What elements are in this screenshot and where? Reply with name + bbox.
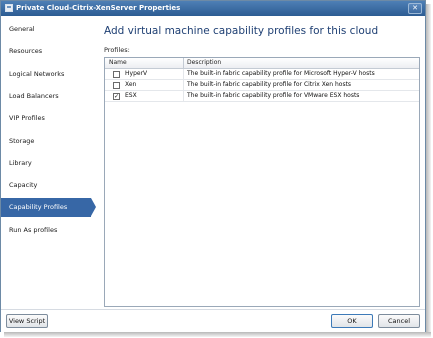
row-checkbox[interactable] (113, 82, 120, 89)
ok-button[interactable]: OK (331, 314, 373, 328)
profiles-label: Profiles: (104, 46, 130, 54)
sidebar-item-load-balancers[interactable]: Load Balancers (1, 87, 91, 106)
column-header-description[interactable]: Description (187, 59, 221, 66)
column-header-name[interactable]: Name (109, 59, 127, 66)
profile-name: Xen (125, 81, 137, 88)
main-panel: Add virtual machine capability profiles … (97, 16, 425, 309)
cancel-button[interactable]: Cancel (378, 314, 420, 328)
window-shadow (4, 332, 431, 337)
sidebar-item-resources[interactable]: Resources (1, 42, 91, 61)
dialog-footer: View Script OK Cancel (1, 309, 425, 332)
sidebar-item-capability-profiles[interactable]: Capability Profiles (1, 198, 96, 217)
sidebar-item-label: Capability Profiles (9, 203, 68, 211)
table-row[interactable]: HyperV The built-in fabric capability pr… (105, 69, 419, 80)
table-row[interactable]: Xen The built-in fabric capability profi… (105, 80, 419, 91)
row-checkbox[interactable]: ✓ (113, 93, 120, 100)
view-script-button[interactable]: View Script (6, 314, 48, 328)
table-header: Name Description (105, 58, 419, 69)
title-bar[interactable]: Private Cloud-Citrix-XenServer Propertie… (1, 1, 425, 16)
sidebar-item-vip-profiles[interactable]: VIP Profiles (1, 109, 91, 128)
window-title: Private Cloud-Citrix-XenServer Propertie… (16, 4, 181, 12)
window-icon (5, 4, 13, 12)
selection-arrow (91, 198, 96, 216)
window-shadow (426, 4, 431, 334)
sidebar-item-storage[interactable]: Storage (1, 132, 91, 151)
profile-description: The built-in fabric capability profile f… (187, 92, 360, 99)
row-checkbox[interactable] (113, 71, 120, 78)
sidebar-item-capacity[interactable]: Capacity (1, 176, 91, 195)
sidebar: General Resources Logical Networks Load … (1, 16, 96, 309)
profile-name: ESX (125, 92, 137, 99)
sidebar-item-general[interactable]: General (1, 20, 91, 39)
sidebar-item-logical-networks[interactable]: Logical Networks (1, 65, 91, 84)
table-row[interactable]: ✓ ESX The built-in fabric capability pro… (105, 91, 419, 102)
column-divider[interactable] (183, 58, 184, 68)
properties-dialog: Private Cloud-Citrix-XenServer Propertie… (0, 0, 426, 332)
profile-description: The built-in fabric capability profile f… (187, 70, 375, 77)
profile-name: HyperV (125, 70, 148, 77)
close-button[interactable]: ✕ (408, 3, 422, 14)
row-divider (105, 101, 419, 102)
page-title: Add virtual machine capability profiles … (104, 25, 379, 37)
profile-description: The built-in fabric capability profile f… (187, 81, 352, 88)
sidebar-item-library[interactable]: Library (1, 154, 91, 173)
profiles-table: Name Description HyperV The built-in fab… (104, 57, 420, 307)
sidebar-item-run-as-profiles[interactable]: Run As profiles (1, 221, 91, 240)
